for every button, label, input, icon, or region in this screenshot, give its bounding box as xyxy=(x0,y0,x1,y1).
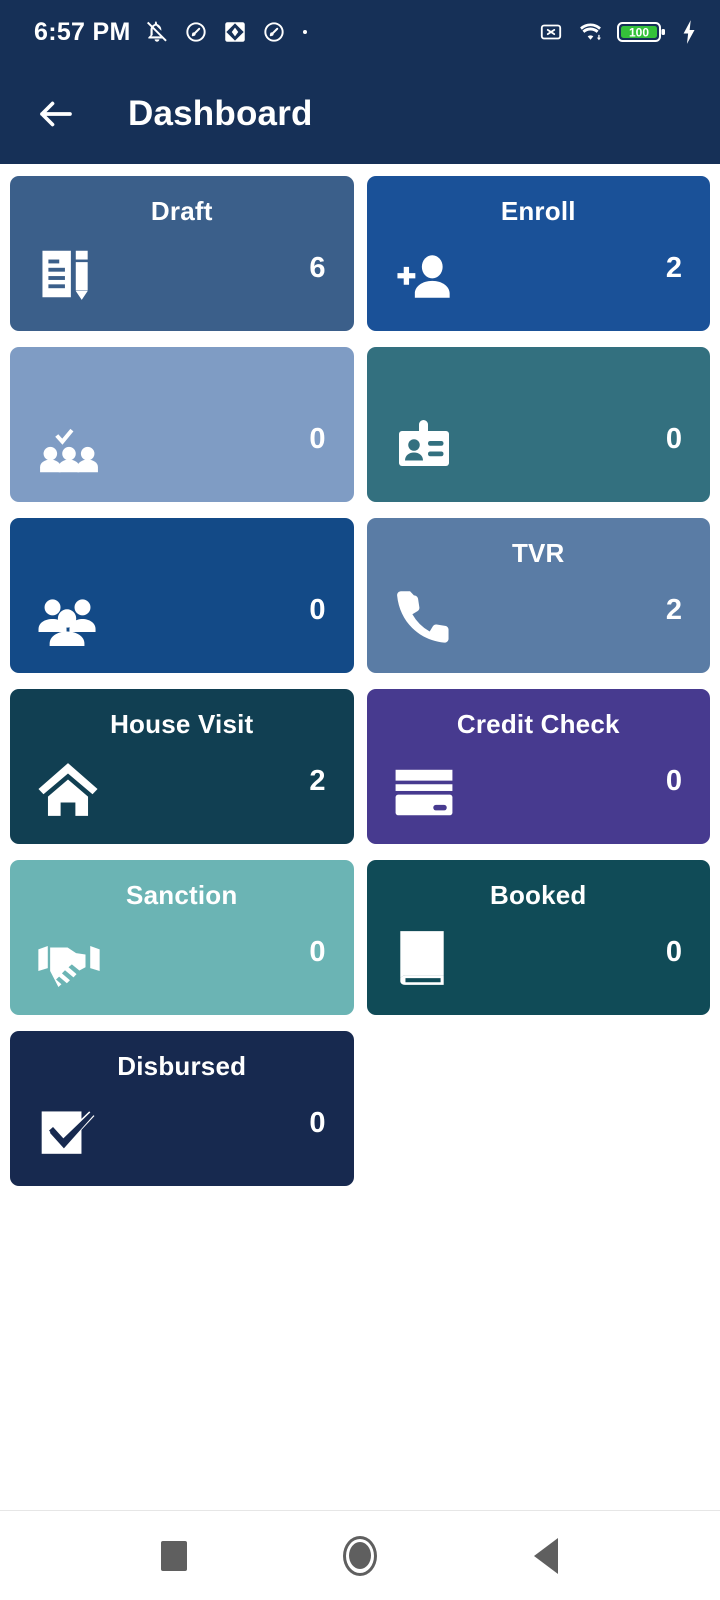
person-add-icon xyxy=(393,239,459,305)
square-icon xyxy=(161,1540,187,1571)
battery-icon: 100 xyxy=(617,22,665,42)
status-bar-right: 100 xyxy=(538,19,698,45)
card-booked[interactable]: Booked 0 xyxy=(366,860,710,1015)
card-disbursed[interactable]: Disbursed 0 xyxy=(10,1031,354,1186)
card-count: 2 xyxy=(665,594,682,626)
card-label: House Visit xyxy=(110,709,254,739)
people-group-icon xyxy=(36,581,102,647)
no-sim-icon xyxy=(540,24,562,40)
card-draft[interactable]: Draft 6 xyxy=(10,176,354,331)
card-label: TVR xyxy=(511,538,565,568)
charging-bolt-icon xyxy=(683,20,695,44)
card-label xyxy=(10,347,354,367)
back-button[interactable] xyxy=(32,90,80,138)
status-time: 6:57 PM xyxy=(34,17,131,46)
card-count: 0 xyxy=(309,594,326,626)
card-count: 0 xyxy=(309,423,326,455)
card-label: Draft xyxy=(150,196,213,226)
card-empty-slot xyxy=(367,1031,711,1186)
card-count: 2 xyxy=(665,252,682,284)
card-group-verified[interactable]: 0 xyxy=(10,347,354,502)
triangle-left-icon xyxy=(534,1537,558,1574)
card-count: 0 xyxy=(665,765,682,797)
recents-button[interactable] xyxy=(146,1528,202,1584)
id-badge-icon xyxy=(393,410,459,476)
handshake-icon xyxy=(36,923,102,989)
card-id-verification[interactable]: 0 xyxy=(366,347,711,502)
group-check-icon xyxy=(36,410,102,476)
app-circle-2-icon xyxy=(263,22,284,42)
circle-icon xyxy=(343,1535,377,1576)
home-icon xyxy=(36,752,102,818)
credit-card-icon xyxy=(393,752,459,818)
card-label xyxy=(367,347,711,367)
card-group[interactable]: 0 xyxy=(10,518,354,673)
dashboard-screen: 6:57 PM 100 Dashboard Draft 6 Enroll 2 0… xyxy=(0,0,720,1600)
status-bar-left: 6:57 PM xyxy=(34,18,310,47)
app-diamond-icon xyxy=(224,22,245,42)
card-count: 2 xyxy=(309,765,326,797)
card-count: 0 xyxy=(309,936,326,968)
card-credit-check[interactable]: Credit Check 0 xyxy=(366,689,710,844)
arrow-left-icon xyxy=(40,101,72,127)
app-bar: Dashboard xyxy=(0,64,720,164)
card-label: Credit Check xyxy=(456,709,620,739)
card-count: 0 xyxy=(665,936,682,968)
card-label: Sanction xyxy=(126,880,238,910)
card-label: Booked xyxy=(489,880,587,910)
card-label: Disbursed xyxy=(117,1051,247,1081)
card-enroll[interactable]: Enroll 2 xyxy=(366,176,710,331)
card-label: Enroll xyxy=(500,196,576,226)
status-card-grid: Draft 6 Enroll 2 0 0 0 TVR 2 House Visit… xyxy=(10,176,710,1186)
card-count: 0 xyxy=(309,1107,326,1139)
status-bar: 6:57 PM 100 xyxy=(0,0,720,64)
page-title: Dashboard xyxy=(128,94,313,133)
wifi-icon xyxy=(580,23,602,41)
card-label xyxy=(10,518,354,538)
back-nav-button[interactable] xyxy=(518,1528,574,1584)
battery-level-text: 100 xyxy=(629,26,649,40)
card-house-visit[interactable]: House Visit 2 xyxy=(10,689,354,844)
app-circle-icon xyxy=(185,22,206,42)
android-nav-bar xyxy=(0,1510,720,1600)
document-pencil-icon xyxy=(36,239,102,305)
card-tvr[interactable]: TVR 2 xyxy=(366,518,710,673)
card-count: 6 xyxy=(309,252,326,284)
home-button[interactable] xyxy=(332,1528,388,1584)
card-sanction[interactable]: Sanction 0 xyxy=(10,860,354,1015)
dashboard-content: Draft 6 Enroll 2 0 0 0 TVR 2 House Visit… xyxy=(0,164,720,1510)
book-icon xyxy=(393,923,459,989)
checkbox-check-icon xyxy=(36,1094,102,1160)
phone-icon xyxy=(393,581,459,647)
bell-off-icon xyxy=(146,21,167,42)
card-count: 0 xyxy=(665,423,682,455)
dot-icon xyxy=(302,30,307,34)
